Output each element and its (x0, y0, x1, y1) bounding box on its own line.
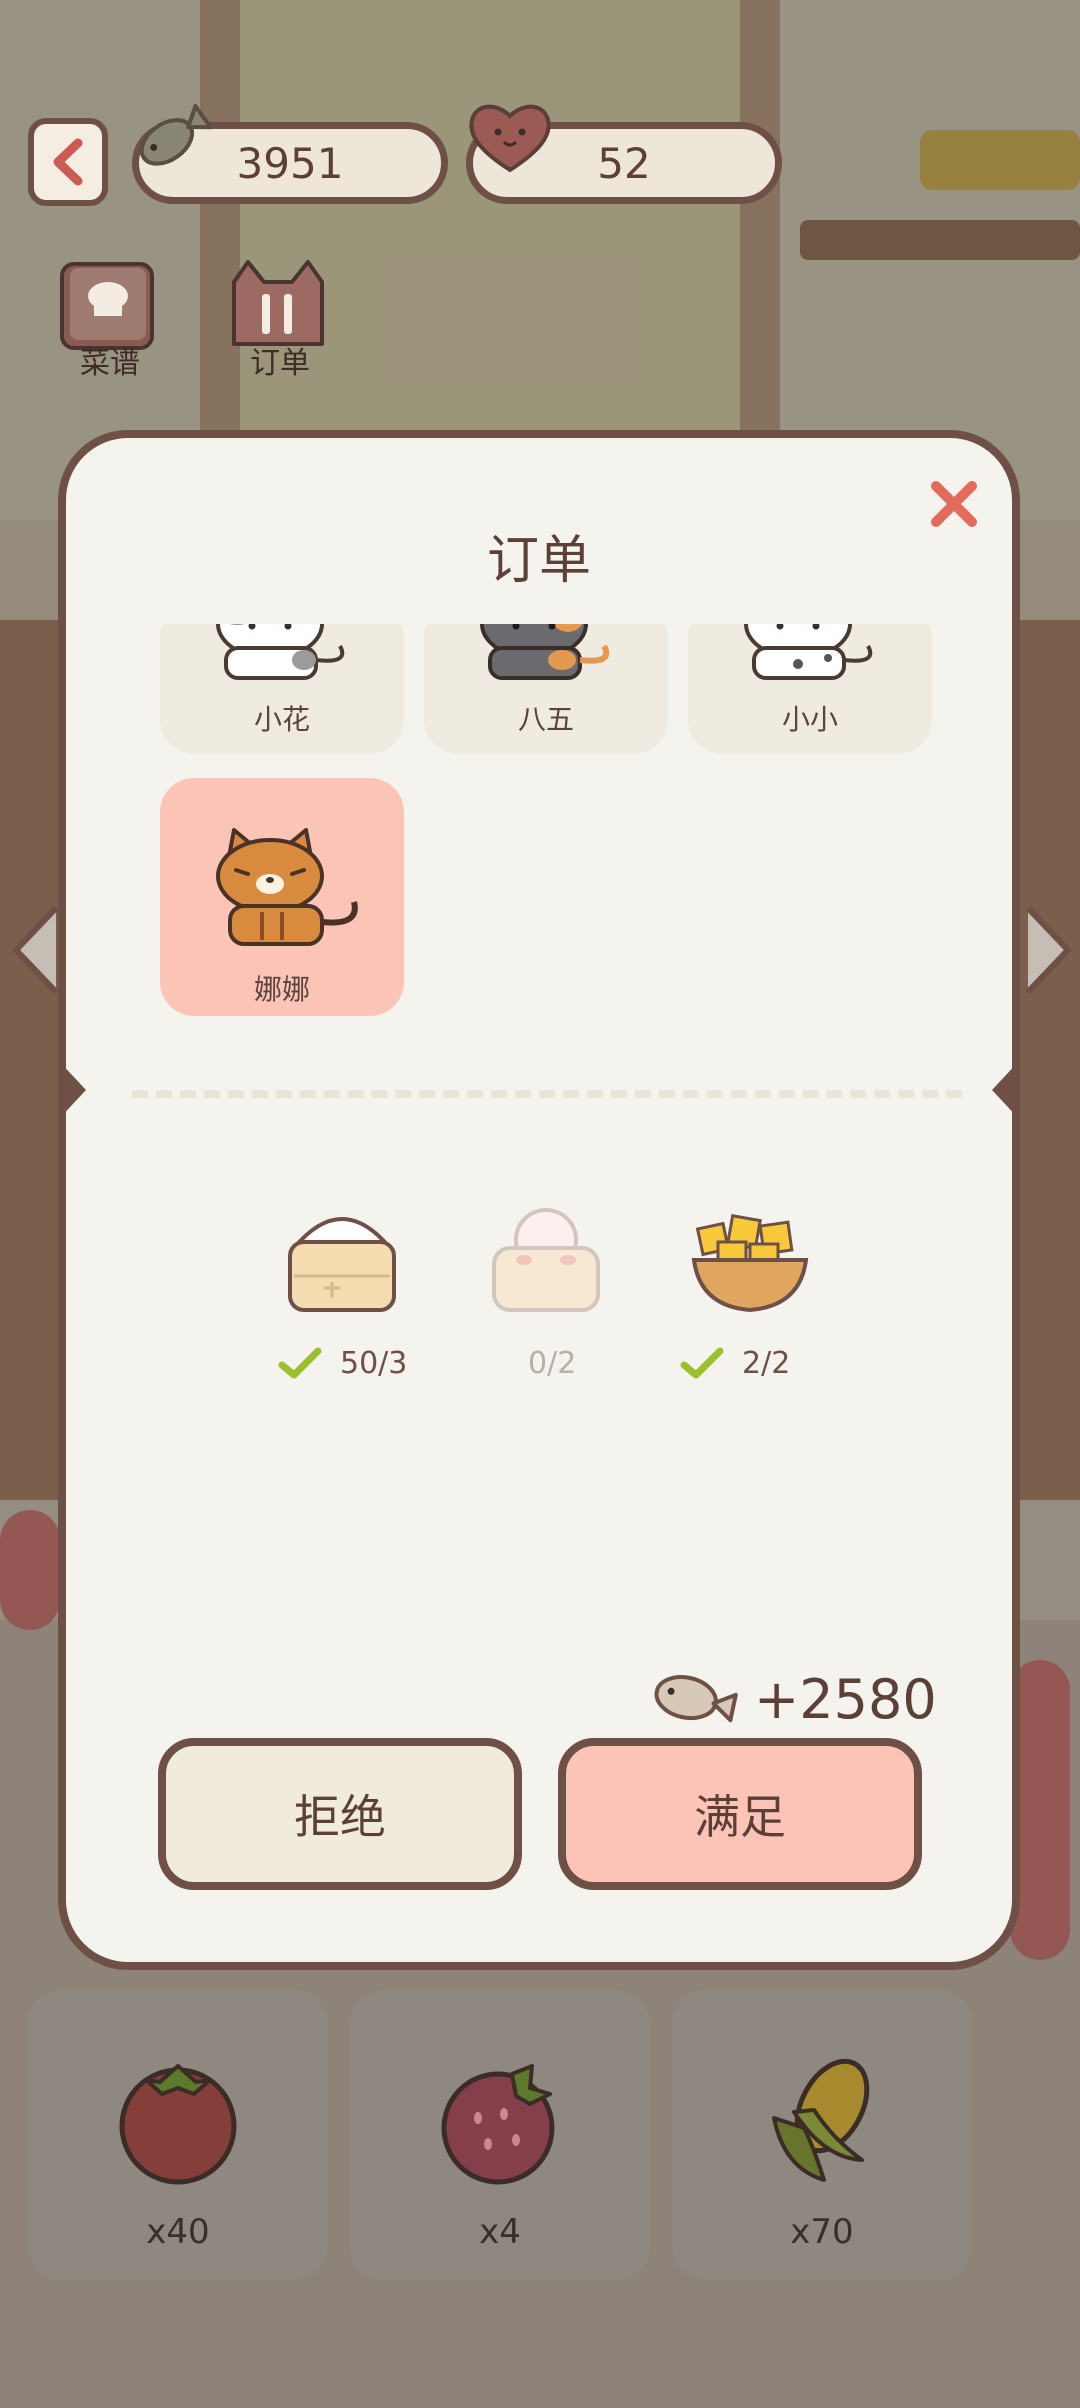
back-button[interactable] (28, 118, 108, 206)
accept-label: 满足 (694, 1790, 786, 1844)
cat-card[interactable]: 小花 (160, 624, 404, 754)
recipes-label: 菜谱 (80, 346, 140, 381)
fried-tofu-icon (691, 1214, 809, 1313)
next-arrow-icon[interactable] (1018, 900, 1078, 1000)
ingredient-count: x4 (479, 2212, 521, 2252)
tomato-icon (119, 2064, 237, 2185)
cat-xiaohua-icon (216, 624, 345, 680)
previous-arrow-icon[interactable] (6, 900, 66, 1000)
cat-name: 小小 (781, 703, 838, 736)
ingredient-count: x70 (790, 2212, 854, 2252)
order-dialog: 订单 小花 八五 小小 娜娜 50/3 0/2 2/2 +2580 拒绝 满足 (58, 430, 1020, 1970)
dumpling-icon (492, 1208, 600, 1312)
cat-nana-icon (216, 828, 358, 946)
accept-button[interactable]: 满足 (558, 1738, 922, 1890)
requirement-count: 2/2 (742, 1346, 791, 1381)
corn-icon (772, 2058, 870, 2182)
requirement-row: 2/2 (680, 1346, 790, 1381)
cat-xiaoxiao-icon (744, 624, 873, 680)
cat-name: 娜娜 (253, 973, 310, 1006)
right-notch (992, 1060, 1020, 1120)
ingredient-slot[interactable]: x40 (28, 1990, 328, 2280)
check-icon (680, 1347, 724, 1378)
check-icon (278, 1347, 322, 1378)
heart-cat-icon (469, 104, 551, 173)
chevron-left-icon (53, 138, 83, 186)
cat-card[interactable]: 八五 (424, 624, 668, 754)
fish-currency-value: 3951 (236, 138, 344, 188)
orders-label: 订单 (250, 346, 310, 381)
requirement-count: 50/3 (340, 1346, 408, 1381)
cat-bawu-icon (480, 624, 610, 680)
reward-amount: +2580 (754, 1667, 937, 1731)
dashed-divider (132, 1090, 962, 1098)
heart-currency-value: 52 (597, 138, 651, 188)
ingredient-slot[interactable]: x70 (672, 1990, 972, 2280)
fish-icon (654, 1675, 738, 1723)
ingredient-slot[interactable]: x4 (350, 1990, 650, 2280)
ingredient-count: x40 (146, 2212, 210, 2252)
strawberry-icon (441, 2064, 555, 2185)
dialog-title: 订单 (486, 531, 591, 591)
reject-label: 拒绝 (294, 1790, 386, 1844)
cat-name: 八五 (517, 703, 574, 736)
close-icon[interactable] (924, 474, 984, 534)
fish-icon (139, 103, 213, 166)
left-notch (58, 1060, 86, 1120)
requirement-count: 0/2 (528, 1346, 577, 1381)
cat-card[interactable]: 小小 (688, 624, 932, 754)
reject-button[interactable]: 拒绝 (158, 1738, 522, 1890)
cat-card-selected[interactable]: 娜娜 (160, 778, 404, 1016)
reward-display: +2580 (648, 1664, 937, 1734)
requirement-row: 0/2 (528, 1346, 576, 1381)
requirement-row: 50/3 (278, 1346, 407, 1381)
cat-name: 小花 (253, 703, 310, 736)
cat-list[interactable]: 小花 八五 小小 娜娜 (66, 624, 1012, 1104)
steamed-bun-icon (288, 1217, 396, 1312)
